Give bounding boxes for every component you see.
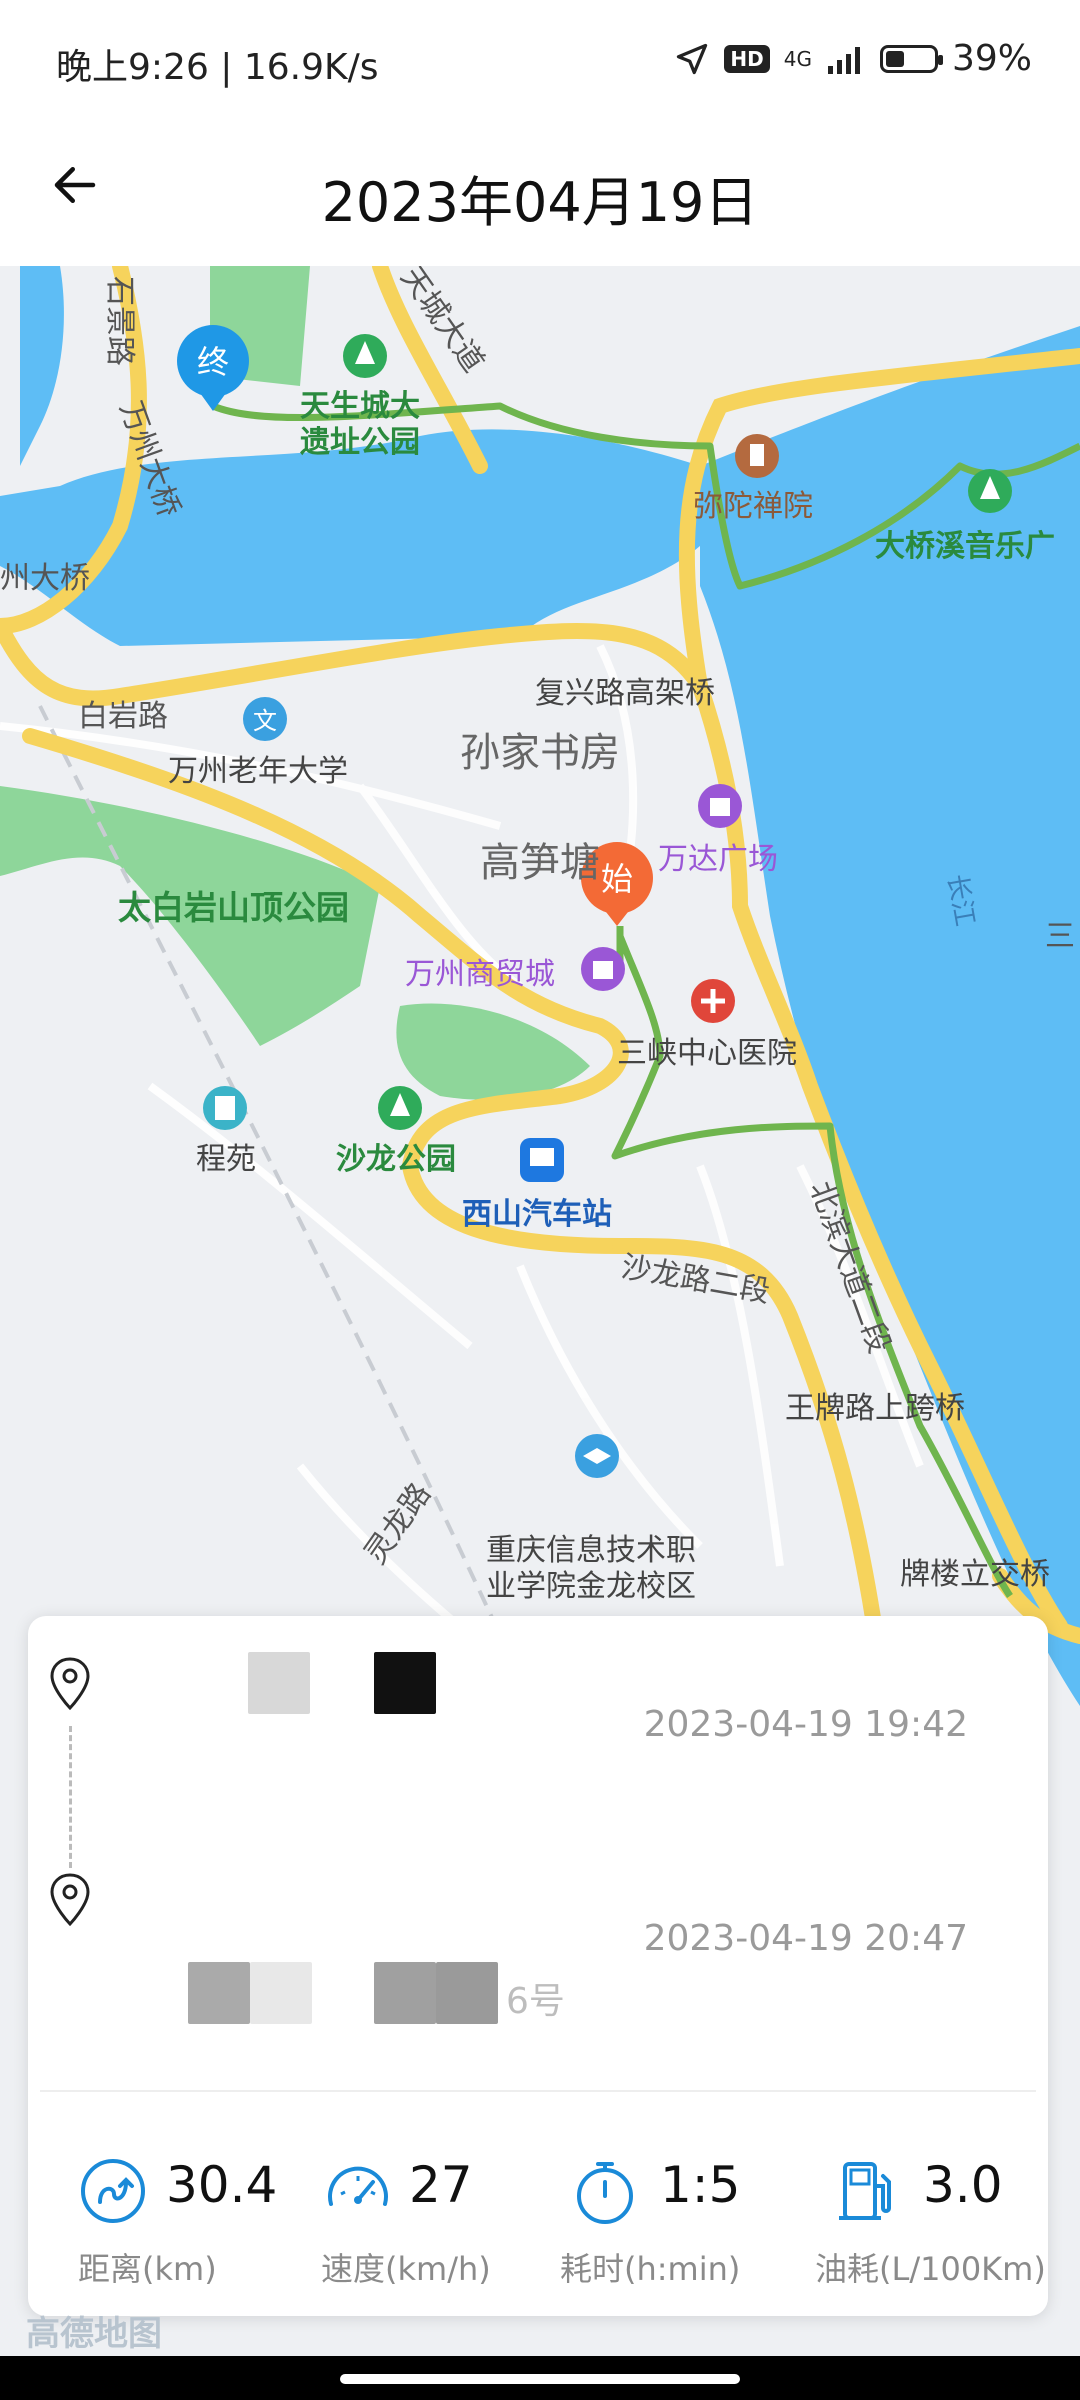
map-label: 牌楼立交桥 [900, 1557, 1050, 1592]
stat-distance: 30.4 距离(km) [28, 2126, 283, 2296]
stat-value: 27 [409, 2156, 473, 2214]
map-label: 重庆信息技术职 [486, 1533, 696, 1568]
hospital-poi-icon [691, 979, 735, 1023]
school-poi-icon [575, 1434, 619, 1478]
park-poi-icon [378, 1086, 422, 1130]
battery-icon [879, 44, 943, 73]
map-pin-icon [50, 1873, 90, 1927]
map-label: 王牌路上跨桥 [785, 1391, 965, 1426]
map-label: 石景路 [102, 276, 137, 366]
map-label: 弥陀禅院 [693, 489, 813, 524]
map-label: 万达广场 [658, 842, 778, 877]
redacted-end-address [436, 1962, 498, 2024]
home-indicator[interactable] [340, 2374, 740, 2384]
divider [40, 2090, 1036, 2092]
hd-badge: HD [724, 44, 770, 73]
location-icon [677, 43, 708, 74]
park-poi-icon [968, 469, 1012, 513]
stat-label: 耗时(h:min) [560, 2250, 741, 2288]
svg-text:文: 文 [253, 707, 277, 735]
shopping-poi-icon [581, 947, 625, 991]
stat-duration: 1:5 耗时(h:min) [538, 2126, 793, 2296]
stat-label: 距离(km) [78, 2250, 217, 2288]
end-address-suffix: 6号 [506, 1981, 565, 2022]
route-connector [69, 1726, 72, 1868]
status-time-speed: 晚上9:26 | 16.9K/s [56, 47, 379, 88]
status-icons: HD 4G 39% [674, 38, 1032, 79]
map-label: 沙龙公园 [336, 1142, 456, 1177]
trip-stats: 30.4 距离(km) 27 速度(km/h) 1:5 耗时(h:min) 3.… [28, 2126, 1048, 2296]
map-label: 孙家书房 [460, 730, 620, 776]
signal-icon [827, 46, 860, 74]
header: 2023年04月19日 [0, 120, 1080, 266]
map-pin-icon [50, 1657, 90, 1711]
timer-icon [577, 2162, 633, 2224]
stat-fuel: 3.0 油耗(L/100Km) [793, 2126, 1048, 2296]
stat-label: 油耗(L/100Km) [815, 2250, 1046, 2288]
map-label: 天生城大 [300, 389, 420, 424]
bus-station-icon [520, 1138, 564, 1182]
fuel-icon [839, 2162, 891, 2220]
map-label: 高笋塘 [480, 840, 600, 886]
park-poi-icon [343, 334, 387, 378]
redacted-end-address [250, 1962, 312, 2024]
start-time: 2023-04-19 19:42 [643, 1704, 968, 1745]
stat-value: 1:5 [660, 2156, 741, 2214]
page-title: 2023年04月19日 [321, 171, 759, 234]
network-type: 4G [783, 46, 812, 71]
map-label: 大桥溪音乐广 [875, 529, 1055, 564]
redacted-start-address [248, 1652, 310, 1714]
stat-speed: 27 速度(km/h) [283, 2126, 538, 2296]
status-bar: 晚上9:26 | 16.9K/s HD 4G 39% [0, 0, 1080, 120]
map-label: 程苑 [196, 1142, 256, 1177]
redacted-start-address [374, 1652, 436, 1714]
amap-logo: 高德地图 [26, 2314, 162, 2354]
building-poi-icon [203, 1086, 247, 1130]
map-label: 复兴路高架桥 [535, 676, 715, 711]
trip-summary-card: 2023-04-19 19:42 2023-04-19 20:47 6号 30.… [28, 1616, 1048, 2316]
map-label: 三 [1045, 919, 1075, 954]
svg-text:终: 终 [197, 343, 229, 381]
map-label: 三峡中心医院 [617, 1036, 797, 1071]
speed-icon [328, 2166, 388, 2206]
distance-icon [81, 2159, 145, 2223]
stat-value: 30.4 [166, 2156, 278, 2214]
battery-percent: 39% [951, 38, 1032, 79]
map-label: 太白岩山顶公园 [118, 888, 349, 927]
map-label: 西山汽车站 [462, 1197, 612, 1232]
map-label: 万州老年大学 [168, 754, 348, 789]
map-label: 遗址公园 [300, 425, 420, 460]
stat-label: 速度(km/h) [321, 2250, 491, 2288]
map-label: 州大桥 [0, 561, 90, 596]
school-poi-icon: 文 [243, 697, 287, 741]
map-label: 业学院金龙校区 [486, 1569, 696, 1604]
map-label: 白岩路 [78, 699, 168, 734]
shopping-poi-icon [698, 784, 742, 828]
redacted-end-address [374, 1962, 436, 2024]
temple-poi-icon [735, 434, 779, 478]
svg-text:始: 始 [601, 860, 633, 898]
stat-value: 3.0 [923, 2156, 1003, 2214]
map-label: 万州商贸城 [405, 957, 555, 992]
end-time: 2023-04-19 20:47 [643, 1918, 968, 1959]
redacted-end-address [188, 1962, 250, 2024]
